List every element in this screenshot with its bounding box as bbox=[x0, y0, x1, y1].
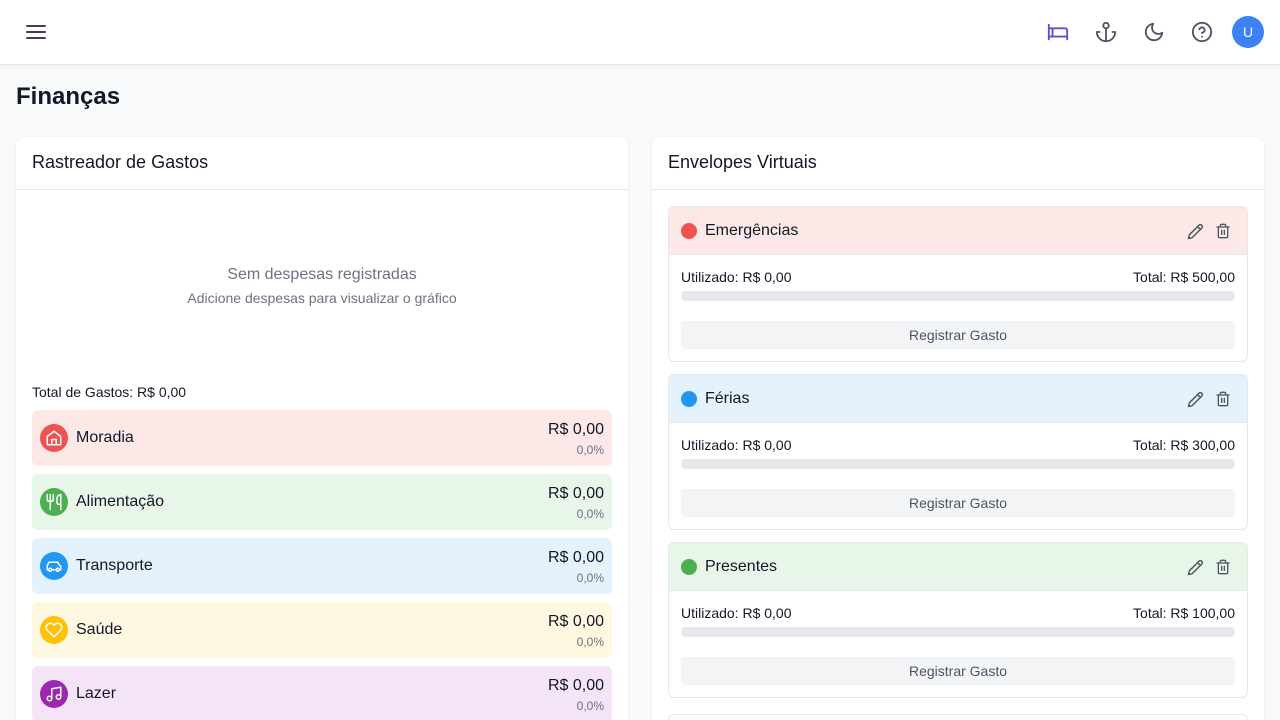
category-name: Transporte bbox=[76, 557, 153, 574]
envelope-name: Férias bbox=[705, 390, 750, 407]
envelope-total: Total: R$ 300,00 bbox=[1133, 437, 1235, 453]
category-row-moradia[interactable]: Moradia R$ 0,00 0,0% bbox=[32, 410, 612, 466]
pencil-icon[interactable] bbox=[1185, 557, 1205, 577]
envelope-progress-bar bbox=[681, 627, 1235, 637]
category-row-alimentacao[interactable]: Alimentação R$ 0,00 0,0% bbox=[32, 474, 612, 530]
trash-icon[interactable] bbox=[1213, 389, 1233, 409]
home-icon bbox=[40, 424, 68, 452]
envelope-used: Utilizado: R$ 0,00 bbox=[681, 605, 792, 621]
category-percent: 0,0% bbox=[576, 443, 604, 457]
avatar[interactable]: U bbox=[1232, 16, 1264, 48]
trash-icon[interactable] bbox=[1213, 557, 1233, 577]
trash-icon[interactable] bbox=[1213, 221, 1233, 241]
envelope-progress-bar bbox=[681, 291, 1235, 301]
utensils-icon bbox=[40, 488, 68, 516]
page-title: Finanças bbox=[16, 83, 121, 110]
category-name: Saúde bbox=[76, 621, 123, 638]
anchor-icon[interactable] bbox=[1090, 16, 1122, 48]
envelope-header: Férias bbox=[669, 375, 1247, 423]
category-percent: 0,0% bbox=[576, 507, 604, 521]
envelope-color-dot bbox=[681, 559, 697, 575]
category-amount: R$ 0,00 bbox=[547, 421, 604, 438]
category-name: Alimentação bbox=[76, 493, 165, 510]
register-expense-button[interactable]: Registrar Gasto bbox=[681, 321, 1235, 349]
moon-icon[interactable] bbox=[1138, 16, 1170, 48]
music-icon bbox=[40, 680, 68, 708]
category-percent: 0,0% bbox=[576, 635, 604, 649]
help-circle-icon[interactable] bbox=[1186, 16, 1218, 48]
register-expense-button[interactable]: Registrar Gasto bbox=[681, 489, 1235, 517]
register-expense-button[interactable]: Registrar Gasto bbox=[681, 657, 1235, 685]
pencil-icon[interactable] bbox=[1185, 389, 1205, 409]
empty-state-subtitle: Adicione despesas para visualizar o gráf… bbox=[187, 290, 457, 306]
car-icon bbox=[40, 552, 68, 580]
total-expenses: Total de Gastos: R$ 0,00 bbox=[32, 384, 187, 400]
category-row-transporte[interactable]: Transporte R$ 0,00 0,0% bbox=[32, 538, 612, 594]
expense-tracker-card: Rastreador de Gastos Sem despesas regist… bbox=[16, 137, 628, 720]
envelope-color-dot bbox=[681, 223, 697, 239]
envelope-card-presentes: Presentes Utilizado: R$ 0,00 Total: R$ 1… bbox=[668, 542, 1248, 698]
virtual-envelopes-title: Envelopes Virtuais bbox=[652, 137, 1264, 190]
envelope-card-ferias: Férias Utilizado: R$ 0,00 Total: R$ 300,… bbox=[668, 374, 1248, 530]
category-amount: R$ 0,00 bbox=[547, 485, 604, 502]
category-name: Moradia bbox=[76, 429, 134, 446]
category-row-lazer[interactable]: Lazer R$ 0,00 0,0% bbox=[32, 666, 612, 720]
category-percent: 0,0% bbox=[576, 699, 604, 713]
menu-icon[interactable] bbox=[20, 16, 52, 48]
envelope-used: Utilizado: R$ 0,00 bbox=[681, 437, 792, 453]
category-percent: 0,0% bbox=[576, 571, 604, 585]
envelope-progress-bar bbox=[681, 459, 1235, 469]
envelope-used: Utilizado: R$ 0,00 bbox=[681, 269, 792, 285]
envelope-header: Emergências bbox=[669, 207, 1247, 255]
category-amount: R$ 0,00 bbox=[547, 677, 604, 694]
envelope-total: Total: R$ 500,00 bbox=[1133, 269, 1235, 285]
top-app-bar: U bbox=[0, 0, 1280, 65]
envelope-card-emergencias: Emergências Utilizado: R$ 0,00 Total: R$… bbox=[668, 206, 1248, 362]
category-amount: R$ 0,00 bbox=[547, 613, 604, 630]
category-amount: R$ 0,00 bbox=[547, 549, 604, 566]
envelope-name: Emergências bbox=[705, 222, 799, 239]
virtual-envelopes-card: Envelopes Virtuais Emergências Utilizado… bbox=[652, 137, 1264, 720]
bed-icon[interactable] bbox=[1042, 16, 1074, 48]
empty-state-title: Sem despesas registradas bbox=[227, 266, 417, 283]
category-name: Lazer bbox=[76, 685, 117, 702]
envelope-total: Total: R$ 100,00 bbox=[1133, 605, 1235, 621]
pencil-icon[interactable] bbox=[1185, 221, 1205, 241]
envelope-name: Presentes bbox=[705, 558, 778, 575]
envelope-color-dot bbox=[681, 391, 697, 407]
expense-tracker-title: Rastreador de Gastos bbox=[16, 137, 628, 190]
heart-icon bbox=[40, 616, 68, 644]
envelope-header: Presentes bbox=[669, 543, 1247, 591]
envelope-card-partial bbox=[668, 714, 1248, 720]
category-row-saude[interactable]: Saúde R$ 0,00 0,0% bbox=[32, 602, 612, 658]
